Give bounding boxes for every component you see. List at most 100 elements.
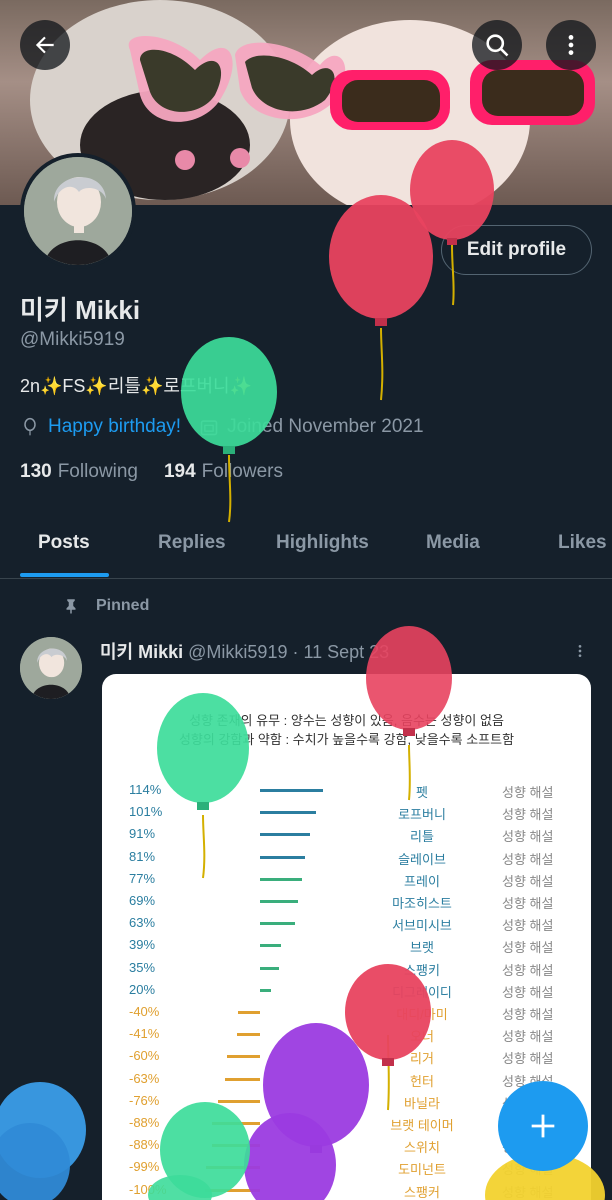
trait-label: 도미넌트: [398, 1162, 446, 1178]
trait-label: 브랫: [410, 940, 434, 956]
followers-link[interactable]: 194 Followers: [164, 461, 283, 483]
follow-stats: 130 Following 194 Followers: [20, 461, 283, 483]
trait-label: 디그레이디: [392, 984, 452, 1000]
trait-percent: 63%: [129, 915, 156, 931]
following-link[interactable]: 130 Following: [20, 461, 138, 483]
trait-percent: 114%: [129, 782, 162, 797]
trait-label: 오너: [410, 1029, 434, 1045]
profile-tabs: Posts Replies Highlights Media Likes: [0, 520, 612, 579]
tab-likes[interactable]: Likes: [558, 532, 607, 554]
trait-row: -63% 헌터 성향 해설: [102, 1068, 591, 1090]
more-vertical-icon: [568, 35, 574, 55]
trait-label: 로프버니: [398, 807, 446, 823]
calendar-icon: [200, 420, 218, 436]
trait-explain-link[interactable]: 성향 해설: [502, 982, 553, 1001]
trait-bar: [225, 1077, 260, 1081]
trait-label: 대디/마미: [396, 1007, 448, 1022]
trait-bar: [205, 1166, 260, 1170]
trait-label: 스팽커: [404, 1184, 440, 1200]
trait-explain-link[interactable]: 성향 해설: [502, 937, 553, 956]
trait-explain-link[interactable]: 성향 해설: [502, 849, 553, 868]
tab-replies[interactable]: Replies: [158, 532, 226, 554]
trait-explain-link[interactable]: 성향 해설: [502, 915, 553, 934]
trait-label: 마조히스트: [392, 896, 452, 911]
trait-bar: [260, 855, 305, 859]
pin-icon: [66, 599, 76, 614]
trait-explain-link[interactable]: 성향 해설: [502, 871, 553, 890]
trait-percent: 69%: [129, 893, 156, 908]
trait-percent: -41%: [129, 1026, 160, 1042]
tab-highlights[interactable]: Highlights: [276, 532, 369, 554]
trait-bar: [260, 922, 295, 926]
arrow-left-icon: [35, 36, 54, 54]
edit-profile-button[interactable]: Edit profile: [441, 225, 592, 275]
trait-label: 스위치: [404, 1140, 440, 1156]
joined-date: Joined November 2021: [227, 416, 424, 437]
trait-bar: [260, 944, 282, 948]
trait-percent: 91%: [129, 826, 156, 842]
avatar-illustration: [24, 157, 132, 265]
trait-explain-link[interactable]: 성향 해설: [502, 960, 553, 979]
post-avatar[interactable]: [20, 637, 82, 699]
trait-label: 헌터: [410, 1073, 434, 1089]
search-button[interactable]: [472, 20, 522, 70]
more-button[interactable]: [546, 20, 596, 70]
display-name: 미키 Mikki: [20, 295, 141, 325]
tab-media[interactable]: Media: [426, 532, 480, 554]
trait-bar: [260, 900, 298, 903]
legend-line-1: 성향 존재의 유무 : 양수는 성향이 있음, 음수는 성향이 없음: [189, 713, 504, 728]
trait-row: 77% 프레이 성향 해설: [102, 868, 591, 890]
trait-row: 81% 슬레이브 성향 해설: [102, 846, 591, 868]
trait-percent: 81%: [129, 848, 156, 864]
compose-button[interactable]: [498, 1081, 588, 1171]
trait-explain-link[interactable]: 성향 해설: [502, 1004, 553, 1023]
followers-label: Followers: [201, 461, 283, 482]
following-label: Following: [57, 461, 138, 482]
trait-label: 스팽키: [404, 962, 440, 978]
trait-percent: 35%: [129, 959, 156, 975]
trait-percent: -60%: [129, 1048, 160, 1064]
birthday-link[interactable]: Happy birthday!: [48, 416, 181, 438]
pinned-label: Pinned: [96, 597, 150, 614]
trait-percent: 39%: [129, 937, 156, 953]
trait-bar: [260, 966, 280, 970]
post-author[interactable]: 미키 Mikki: [100, 642, 183, 662]
trait-row: 63% 서브미시브 성향 해설: [102, 912, 591, 934]
trait-label: 슬레이브: [398, 851, 446, 867]
trait-bar: [237, 1033, 260, 1037]
trait-explain-link[interactable]: 성향 해설: [502, 1048, 553, 1067]
profile-meta: Happy birthday! Joined November 2021: [20, 416, 424, 438]
balloon-red: [329, 195, 433, 401]
trait-label: 리틀: [410, 829, 434, 845]
trait-row: -41% 오너 성향 해설: [102, 1023, 591, 1045]
trait-bar: [260, 789, 323, 792]
trait-percent: -76%: [129, 1092, 160, 1108]
trait-row: -40% 대디/마미 성향 해설: [102, 1001, 591, 1023]
trait-explain-link[interactable]: 성향 해설: [502, 1026, 553, 1045]
avatar-illustration: [20, 637, 82, 699]
back-button[interactable]: [20, 20, 70, 70]
plus-icon: [531, 1114, 555, 1138]
search-icon: [486, 34, 509, 57]
trait-percent: 20%: [129, 981, 156, 997]
post-more-button[interactable]: [572, 640, 588, 667]
active-tab-indicator: [20, 573, 109, 577]
tab-posts[interactable]: Posts: [38, 532, 90, 554]
trait-row: -60% 리거 성향 해설: [102, 1045, 591, 1067]
trait-label: 브랫 테이머: [390, 1118, 454, 1133]
trait-explain-link[interactable]: 성향 해설: [502, 782, 553, 801]
pinned-indicator: Pinned: [62, 596, 149, 616]
followers-count: 194: [163, 461, 196, 482]
trait-explain-link[interactable]: 성향 해설: [502, 804, 553, 823]
trait-percent: -40%: [129, 1004, 160, 1019]
trait-bar: [211, 1144, 260, 1148]
profile-avatar[interactable]: [20, 153, 136, 269]
trait-explain-link[interactable]: 성향 해설: [502, 893, 553, 912]
trait-row: 114% 펫 성향 해설: [102, 779, 591, 801]
trait-bar: [260, 988, 271, 992]
trait-explain-link[interactable]: 성향 해설: [502, 1182, 553, 1200]
post-header: 미키 Mikki @Mikki5919 · 11 Sept 23: [100, 638, 389, 664]
trait-explain-link[interactable]: 성향 해설: [502, 826, 553, 845]
trait-row: 35% 스팽키 성향 해설: [102, 957, 591, 979]
balloon-blue: [0, 1082, 86, 1200]
